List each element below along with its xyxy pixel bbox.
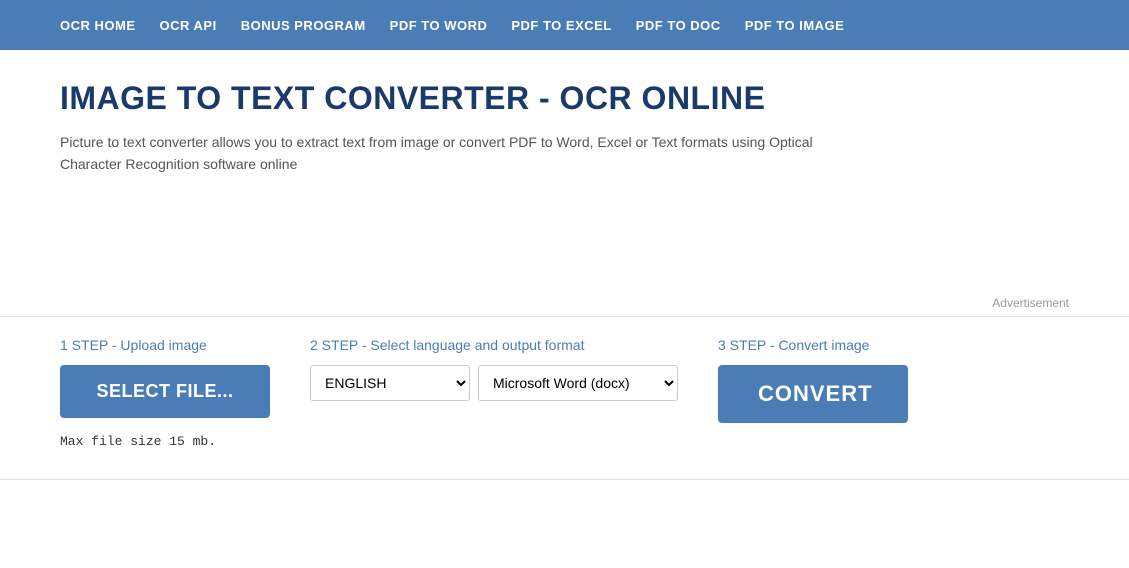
select-file-button[interactable]: SELECT FILE... <box>60 365 270 418</box>
pdf-to-excel-link[interactable]: PDF TO EXCEL <box>511 18 611 33</box>
step3-block: 3 STEP - Convert image CONVERT <box>718 337 908 423</box>
page-description: Picture to text converter allows you to … <box>60 131 840 176</box>
file-size-note: Max file size 15 mb. <box>60 434 270 449</box>
step1-label: 1 STEP - Upload image <box>60 337 270 353</box>
pdf-to-word-link[interactable]: PDF TO WORD <box>390 18 488 33</box>
page-title: IMAGE TO TEXT CONVERTER - OCR ONLINE <box>60 80 1069 117</box>
ocr-api-link[interactable]: OCR API <box>160 18 217 33</box>
pdf-to-image-link[interactable]: PDF TO IMAGE <box>745 18 845 33</box>
format-select[interactable]: Microsoft Word (docx)Plain Text (.txt)PD… <box>478 365 678 401</box>
step2-block: 2 STEP - Select language and output form… <box>310 337 678 401</box>
convert-button[interactable]: CONVERT <box>718 365 908 423</box>
footer-space <box>0 480 1129 530</box>
main-content: IMAGE TO TEXT CONVERTER - OCR ONLINE Pict… <box>0 50 1129 216</box>
ocr-home-link[interactable]: OCR HOME <box>60 18 136 33</box>
step2-label: 2 STEP - Select language and output form… <box>310 337 678 353</box>
ad-area: Advertisement <box>0 216 1129 316</box>
pdf-to-doc-link[interactable]: PDF TO DOC <box>636 18 721 33</box>
ad-label: Advertisement <box>992 296 1069 310</box>
bonus-program-link[interactable]: BONUS PROGRAM <box>241 18 366 33</box>
step1-block: 1 STEP - Upload image SELECT FILE... Max… <box>60 337 270 449</box>
main-navigation: OCR HOME OCR API BONUS PROGRAM PDF TO WORD P… <box>0 0 1129 50</box>
selects-row: ENGLISHFRENCHGERMANSPANISHITALIANPORTUGU… <box>310 365 678 401</box>
step3-label: 3 STEP - Convert image <box>718 337 908 353</box>
steps-container: 1 STEP - Upload image SELECT FILE... Max… <box>0 316 1129 480</box>
language-select[interactable]: ENGLISHFRENCHGERMANSPANISHITALIANPORTUGU… <box>310 365 470 401</box>
